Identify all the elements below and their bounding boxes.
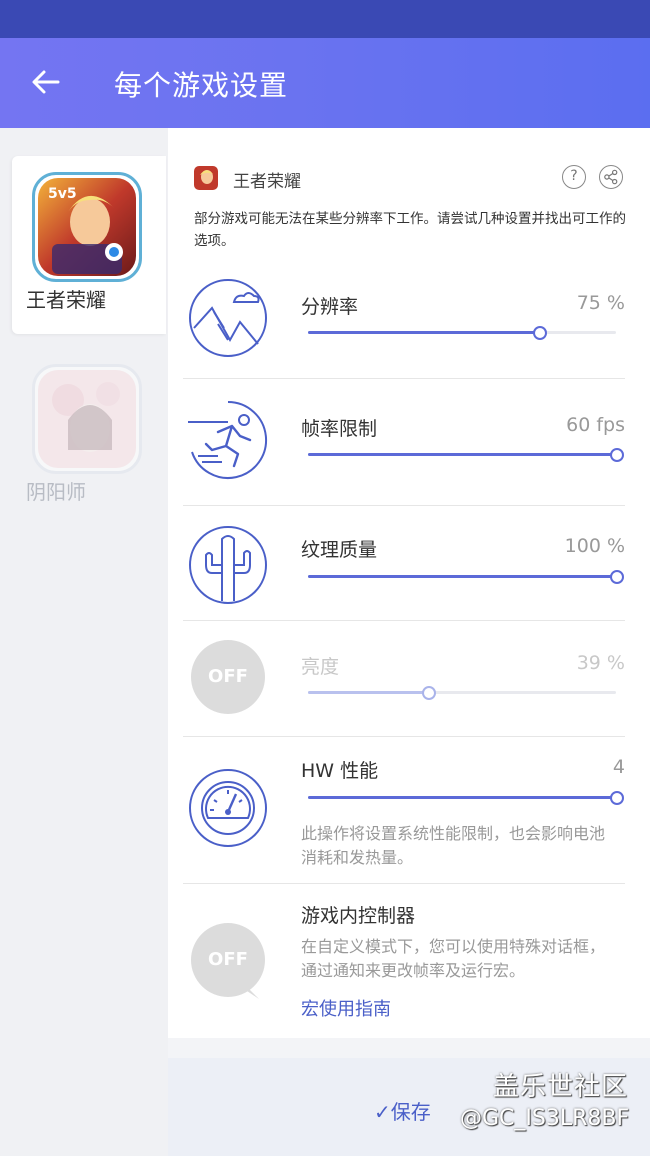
watermark-user: @GC_IS3LR8BF: [460, 1106, 630, 1131]
setting-value: 100 %: [564, 535, 625, 557]
mountain-landscape-icon: [189, 279, 267, 357]
slider-thumb[interactable]: [610, 570, 624, 584]
setting-row-controller: OFF 游戏内控制器 在自定义模式下，您可以使用特殊对话框，通过通知来更改帧率及…: [183, 883, 625, 1033]
hw-performance-note: 此操作将设置系统性能限制，也会影响电池消耗和发热量。: [301, 824, 606, 867]
share-icon[interactable]: [599, 165, 623, 189]
page-title: 每个游戏设置: [114, 69, 289, 102]
runner-icon: [188, 401, 268, 479]
game-name: 阴阳师: [26, 480, 86, 504]
setting-value: 75 %: [576, 292, 625, 314]
cactus-icon: [189, 526, 267, 604]
off-icon: OFF: [191, 640, 265, 714]
texture-slider[interactable]: [308, 570, 624, 584]
app-bar: 每个游戏设置: [0, 38, 650, 128]
game-name: 王者荣耀: [26, 288, 106, 312]
setting-label: 分辨率: [301, 296, 359, 318]
setting-label: 纹理质量: [301, 539, 378, 561]
bottom-bar: ✓保存 盖乐世社区 @GC_IS3LR8BF: [168, 1058, 650, 1156]
speech-tail-icon: [243, 983, 259, 999]
setting-row-resolution: 分辨率 75 %: [183, 266, 625, 379]
game-title: 王者荣耀: [233, 172, 301, 192]
setting-row-brightness: OFF 亮度 39 %: [183, 620, 625, 737]
brightness-slider[interactable]: [308, 686, 616, 700]
back-arrow-icon[interactable]: [28, 64, 64, 100]
slider-thumb[interactable]: [610, 791, 624, 805]
setting-label: 亮度: [301, 656, 340, 678]
hw-performance-slider[interactable]: [308, 791, 624, 805]
controller-note: 在自定义模式下，您可以使用特殊对话框，通过通知来更改帧率及运行宏。: [301, 937, 606, 980]
resolution-slider[interactable]: [308, 326, 616, 340]
description: 部分游戏可能无法在某些分辨率下工作。请尝试几种设置并找出可工作的选项。: [194, 211, 626, 249]
game-item-yinyangshi[interactable]: 阴阳师: [12, 348, 166, 526]
setting-row-hw-performance: HW 性能 4 此操作将设置系统性能限制，也会影响电池消耗和发热量。: [183, 736, 625, 884]
save-button[interactable]: ✓保存: [374, 1096, 431, 1125]
setting-value: 39 %: [576, 652, 625, 674]
macro-guide-link[interactable]: 宏使用指南: [301, 995, 391, 1021]
game-icon-yinyangshi: [32, 364, 142, 474]
svg-text:5v5: 5v5: [48, 186, 77, 202]
speedometer-icon: [189, 769, 267, 847]
setting-row-texture: 纹理质量 100 %: [183, 505, 625, 621]
slider-thumb[interactable]: [422, 686, 437, 700]
framerate-slider[interactable]: [308, 448, 624, 462]
setting-label: HW 性能: [301, 760, 379, 782]
slider-thumb[interactable]: [533, 326, 547, 340]
settings-panel: 王者荣耀 ? 部分游戏可能无法在某些分辨率下工作。请尝试几种设置并找出可工作的选…: [168, 128, 650, 1038]
setting-label: 游戏内控制器: [301, 905, 416, 927]
setting-row-framerate: 帧率限制 60 fps: [183, 378, 625, 506]
game-small-icon: [194, 166, 218, 190]
game-icon-wangzherongyao: 5v5: [32, 172, 142, 282]
watermark-title: 盖乐世社区: [493, 1072, 629, 1102]
setting-value: 4: [612, 756, 625, 778]
question-icon[interactable]: ?: [562, 165, 586, 189]
slider-thumb[interactable]: [610, 448, 624, 462]
game-item-wangzherongyao[interactable]: 5v5 王者荣耀: [12, 156, 166, 334]
status-bar: [0, 0, 650, 38]
setting-label: 帧率限制: [301, 418, 378, 440]
game-list: 5v5 王者荣耀 阴阳师: [0, 128, 168, 1156]
setting-value: 60 fps: [566, 414, 625, 436]
